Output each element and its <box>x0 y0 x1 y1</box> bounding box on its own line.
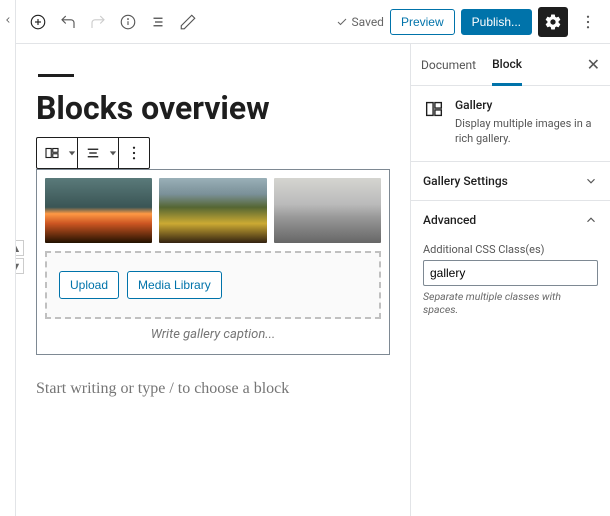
info-button[interactable] <box>114 8 142 36</box>
gallery-icon <box>423 98 445 120</box>
block-more-button[interactable] <box>119 138 149 168</box>
panel-label: Gallery Settings <box>423 174 508 188</box>
saved-label: Saved <box>352 15 384 29</box>
chevron-down-icon <box>584 174 598 188</box>
align-caret[interactable] <box>108 138 118 168</box>
block-type-button[interactable] <box>37 138 67 168</box>
paragraph-placeholder[interactable]: Start writing or type / to choose a bloc… <box>36 375 390 404</box>
inspector-sidebar: Document Block ✕ Gallery Display multipl… <box>410 44 610 516</box>
gallery-image[interactable] <box>45 178 152 243</box>
chevron-up-icon <box>584 213 598 227</box>
save-status: Saved <box>336 15 384 29</box>
settings-button[interactable] <box>538 7 568 37</box>
close-sidebar-button[interactable]: ✕ <box>587 55 600 74</box>
gallery-caption[interactable]: Write gallery caption... <box>45 319 381 346</box>
css-class-label: Additional CSS Class(es) <box>423 243 598 256</box>
upload-button[interactable]: Upload <box>59 271 119 299</box>
add-block-button[interactable] <box>24 8 52 36</box>
panel-advanced-body: Additional CSS Class(es) Separate multip… <box>411 239 610 330</box>
gallery-image[interactable] <box>274 178 381 243</box>
page-title[interactable]: Blocks overview <box>36 89 390 127</box>
tab-document[interactable]: Document <box>421 46 476 84</box>
preview-button[interactable]: Preview <box>390 9 455 35</box>
undo-button[interactable] <box>54 8 82 36</box>
move-down-button[interactable]: ▼ <box>16 258 24 274</box>
tab-block[interactable]: Block <box>492 45 522 86</box>
outline-button[interactable] <box>144 8 172 36</box>
back-button[interactable] <box>0 0 16 516</box>
edit-button[interactable] <box>174 8 202 36</box>
gallery-block[interactable]: Upload Media Library Write gallery capti… <box>36 169 390 355</box>
block-mover: ▲ ▼ <box>16 240 26 276</box>
redo-button[interactable] <box>84 8 112 36</box>
publish-button[interactable]: Publish... <box>461 9 532 35</box>
block-toolbar <box>36 137 150 169</box>
block-description: Display multiple images in a rich galler… <box>455 116 598 147</box>
panel-gallery-settings[interactable]: Gallery Settings <box>411 161 610 200</box>
panel-advanced[interactable]: Advanced <box>411 200 610 239</box>
block-type-caret[interactable] <box>67 138 77 168</box>
media-library-button[interactable]: Media Library <box>127 271 222 299</box>
title-decoration <box>38 74 74 77</box>
gallery-image[interactable] <box>159 178 266 243</box>
gallery-images <box>45 178 381 243</box>
gallery-appender: Upload Media Library <box>45 251 381 319</box>
css-class-hint: Separate multiple classes with spaces. <box>423 290 598 316</box>
panel-label: Advanced <box>423 213 476 227</box>
block-name: Gallery <box>455 98 598 112</box>
more-menu-button[interactable] <box>574 8 602 36</box>
align-button[interactable] <box>78 138 108 168</box>
block-card: Gallery Display multiple images in a ric… <box>411 86 610 161</box>
editor-topbar: Saved Preview Publish... <box>16 0 610 44</box>
move-up-button[interactable]: ▲ <box>16 240 24 256</box>
css-class-input[interactable] <box>423 260 598 286</box>
